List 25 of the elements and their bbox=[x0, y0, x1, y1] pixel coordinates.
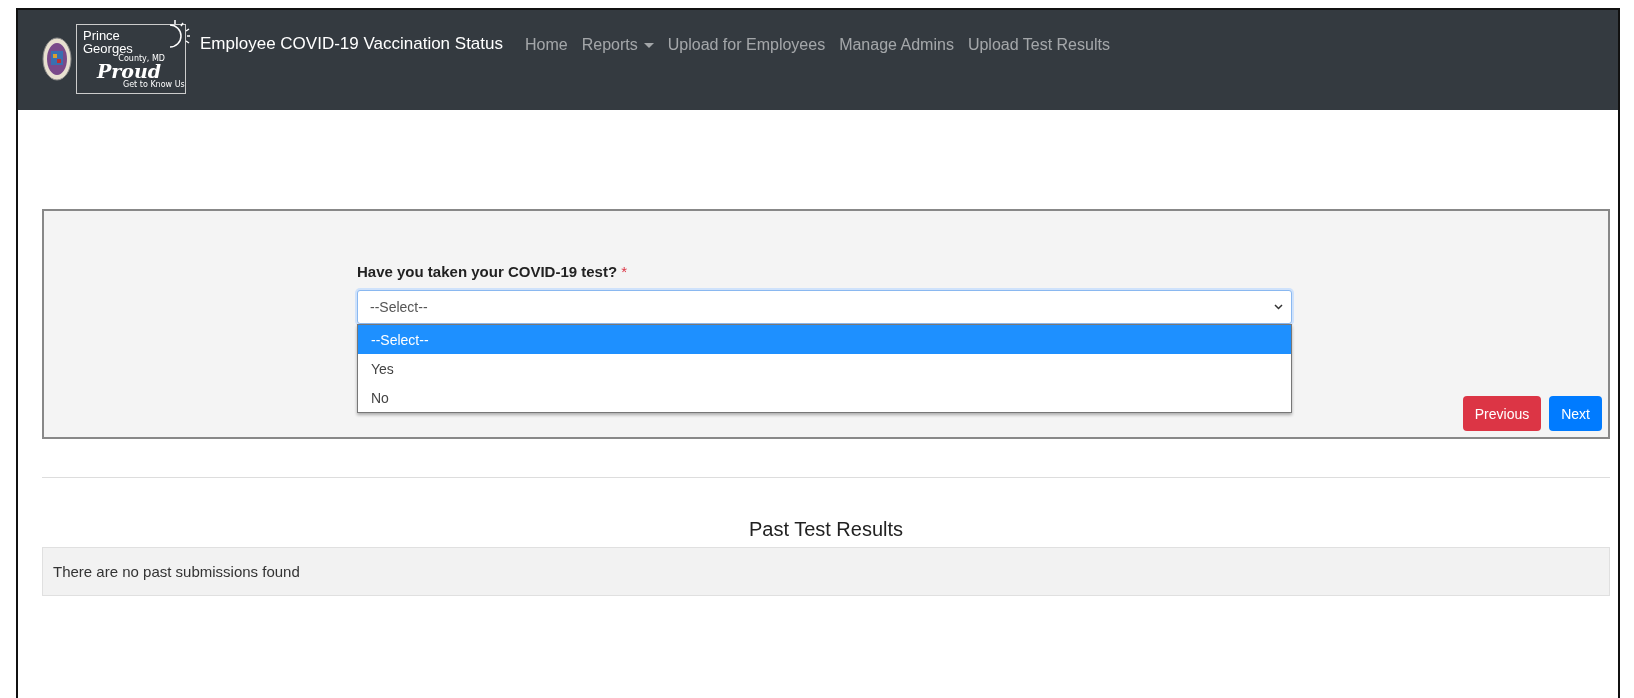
select-field[interactable]: --Select-- bbox=[357, 290, 1292, 324]
logo-text: Prince bbox=[83, 29, 120, 42]
previous-button[interactable]: Previous bbox=[1462, 396, 1542, 431]
caret-icon bbox=[643, 42, 654, 48]
required-mark: * bbox=[621, 263, 628, 280]
logo-text: Proud bbox=[97, 62, 162, 81]
logo-text: County, MD bbox=[118, 55, 165, 63]
logo-text: Georges bbox=[83, 42, 133, 55]
sun-icon bbox=[169, 19, 191, 49]
logo-text: Get to Know Us bbox=[123, 81, 185, 89]
section-title: Past Test Results bbox=[747, 518, 905, 541]
nav-link[interactable]: Upload Test Results bbox=[967, 36, 1110, 54]
nav-link[interactable]: Home bbox=[525, 36, 568, 54]
nav-link[interactable]: Manage Admins bbox=[839, 36, 954, 54]
nav-link[interactable]: Upload for Employees bbox=[667, 36, 826, 54]
county-seal-icon bbox=[42, 37, 72, 81]
dropdown-option[interactable]: --Select-- bbox=[358, 325, 1291, 354]
dropdown-option[interactable]: Yes bbox=[358, 354, 1291, 383]
chevron-icon bbox=[1274, 304, 1283, 310]
nav-dropdown[interactable]: Reports bbox=[581, 36, 654, 54]
question-label: Have you taken your COVID-19 test? * bbox=[357, 263, 629, 280]
next-button[interactable]: Next bbox=[1549, 396, 1602, 431]
dropdown-option[interactable]: No bbox=[358, 383, 1291, 412]
app-title: Employee COVID-19 Vaccination Status bbox=[200, 34, 503, 54]
empty-message: There are no past submissions found bbox=[42, 547, 1610, 596]
